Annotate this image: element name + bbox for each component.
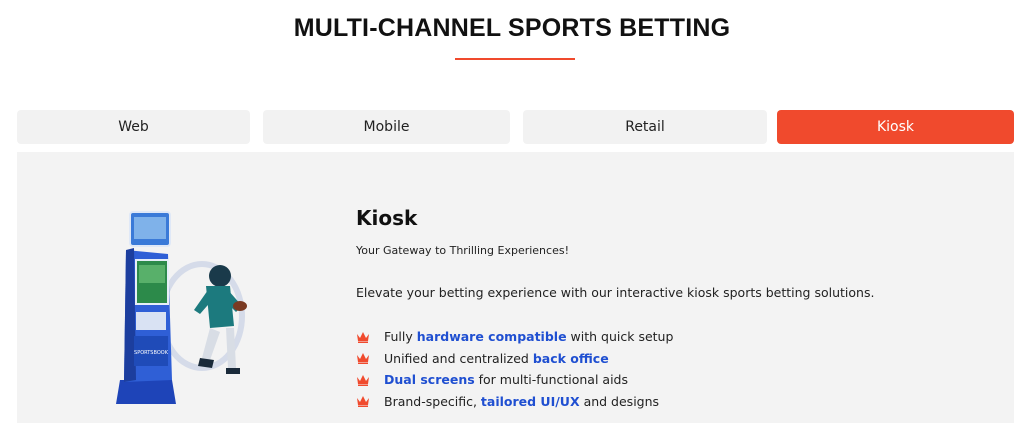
list-item: Dual screens for multi-functional aids — [356, 369, 976, 391]
feature-list: Fully hardware compatible with quick set… — [356, 326, 976, 412]
list-item: Brand-specific, tailored UI/UX and desig… — [356, 391, 976, 413]
kiosk-brand-label: SPORTSBOOK — [134, 350, 169, 356]
kiosk-illustration: SPORTSBOOK — [116, 211, 247, 404]
list-item: Unified and centralized back office — [356, 348, 976, 370]
crown-icon — [357, 353, 369, 365]
tab-web[interactable]: Web — [17, 110, 250, 144]
feature-text: and designs — [579, 393, 660, 409]
tab-kiosk[interactable]: Kiosk — [777, 110, 1014, 144]
crown-icon — [357, 331, 369, 343]
feature-text: for multi-functional aids — [474, 372, 628, 388]
feature-highlight-link[interactable]: hardware compatible — [417, 329, 567, 344]
section-title: MULTI-CHANNEL SPORTS BETTING — [293, 14, 731, 42]
feature-highlight-link[interactable]: back office — [533, 351, 609, 366]
crown-icon — [357, 374, 369, 386]
tab-mobile[interactable]: Mobile — [263, 110, 510, 144]
content-title: Kiosk — [356, 206, 418, 230]
feature-text: Fully — [384, 329, 417, 345]
feature-text: Unified and centralized — [384, 350, 533, 366]
tab-retail[interactable]: Retail — [523, 110, 767, 144]
list-item: Fully hardware compatible with quick set… — [356, 326, 976, 348]
crown-icon — [357, 396, 369, 408]
feature-text: with quick setup — [566, 329, 674, 345]
feature-highlight-link[interactable]: Dual screens — [384, 372, 475, 387]
content-description: Elevate your betting experience with our… — [356, 285, 875, 300]
feature-highlight-link[interactable]: tailored UI/UX — [481, 394, 580, 409]
feature-text: Brand-specific, — [384, 393, 481, 409]
kiosk-content: Kiosk Your Gateway to Thrilling Experien… — [356, 206, 976, 412]
title-underline — [455, 58, 575, 60]
content-tagline: Your Gateway to Thrilling Experiences! — [356, 244, 569, 257]
